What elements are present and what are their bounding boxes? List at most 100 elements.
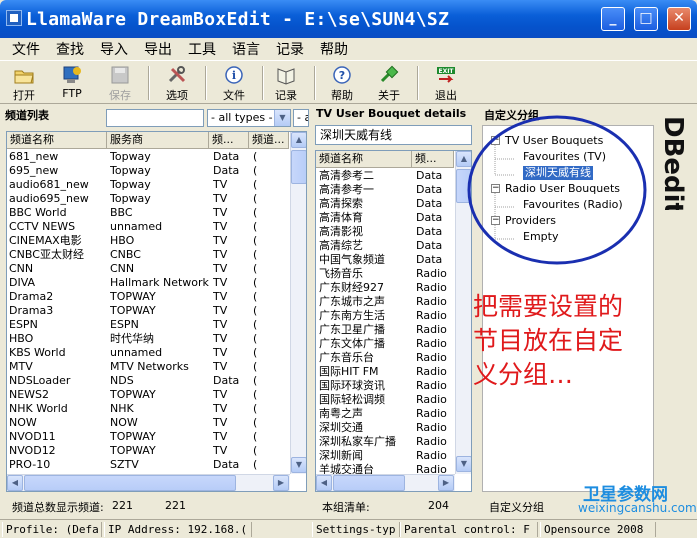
scroll-up-button[interactable]: ▲ xyxy=(291,132,306,148)
table-row[interactable]: 高清参考二 Data xyxy=(316,169,455,183)
table-row[interactable]: NDSLoader NDS Data ( xyxy=(7,374,290,388)
table-row[interactable]: NVOD12 TOPWAY TV ( xyxy=(7,444,290,458)
scroll-down-button[interactable]: ▼ xyxy=(291,457,306,473)
table-row[interactable]: 深圳交通 Radio xyxy=(316,421,455,435)
svg-text:EXIT: EXIT xyxy=(438,68,454,75)
table-row[interactable]: 广东南方生活 Radio xyxy=(316,309,455,323)
table-row[interactable]: NVOD11 TOPWAY TV ( xyxy=(7,430,290,444)
table-row[interactable]: CCTV NEWS unnamed TV ( xyxy=(7,220,290,234)
table-row[interactable]: 广东财经927 Radio xyxy=(316,281,455,295)
ftp-button[interactable]: FTP xyxy=(52,63,92,103)
record-button[interactable]: 记录 xyxy=(266,63,306,103)
column-header-channel-name[interactable]: 频道名称 xyxy=(316,151,412,168)
scroll-left-button[interactable]: ◀ xyxy=(7,475,23,491)
table-row[interactable]: 高清参考一 Data xyxy=(316,183,455,197)
menu-file[interactable]: 文件 xyxy=(4,39,48,59)
channel-total-count: 221 xyxy=(112,499,133,512)
table-row[interactable]: 中国气象频道 Data xyxy=(316,253,455,267)
table-row[interactable]: DIVA Hallmark Network TV ( xyxy=(7,276,290,290)
table-row[interactable]: Drama3 TOPWAY TV ( xyxy=(7,304,290,318)
scroll-right-button[interactable]: ▶ xyxy=(273,475,289,491)
bouquet-channel-list[interactable]: 频道名称 频... 高清参考二 Data 高清参考一 Data 高清探索 Data 高清体育… xyxy=(315,150,472,492)
file-button[interactable]: i 文件 xyxy=(214,63,254,103)
column-header-channel-number[interactable]: 频道... xyxy=(249,132,289,149)
table-row[interactable]: 广东音乐台 Radio xyxy=(316,351,455,365)
table-row[interactable]: 广东文体广播 Radio xyxy=(316,337,455,351)
table-row[interactable]: PRO-10 SZTV Data ( xyxy=(7,458,290,472)
channel-list-hscroll[interactable]: ◀ ▶ xyxy=(7,474,290,491)
table-row[interactable]: NEWS2 TOPWAY TV ( xyxy=(7,388,290,402)
type-cell: Radio xyxy=(416,351,447,364)
channel-list[interactable]: 频道名称 服务商 频... 频道... 681_new Topway Data (69… xyxy=(6,131,307,492)
close-button[interactable]: ✕ xyxy=(667,7,691,31)
save-button[interactable]: 保存 xyxy=(100,63,140,103)
table-row[interactable]: Drama2 TOPWAY TV ( xyxy=(7,290,290,304)
table-row[interactable]: 国际环球资讯 Radio xyxy=(316,379,455,393)
scroll-thumb[interactable] xyxy=(24,475,236,491)
help-button[interactable]: ? 帮助 xyxy=(322,63,362,103)
scroll-thumb[interactable] xyxy=(291,150,306,184)
scroll-right-button[interactable]: ▶ xyxy=(438,475,454,491)
table-row[interactable]: BBC World BBC TV ( xyxy=(7,206,290,220)
provider-cell: CNBC xyxy=(110,248,141,261)
menu-help[interactable]: 帮助 xyxy=(312,39,356,59)
table-row[interactable]: audio681_new Topway TV ( xyxy=(7,178,290,192)
column-header-type[interactable]: 频... xyxy=(209,132,249,149)
table-row[interactable]: CNN CNN TV ( xyxy=(7,262,290,276)
table-row[interactable]: 广东卫星广播 Radio xyxy=(316,323,455,337)
minimize-button[interactable]: _ xyxy=(601,7,625,31)
type-cell: TV xyxy=(213,192,228,205)
menu-tools[interactable]: 工具 xyxy=(180,39,224,59)
table-row[interactable]: audio695_new Topway TV ( xyxy=(7,192,290,206)
table-row[interactable]: 南粤之声 Radio xyxy=(316,407,455,421)
exit-button[interactable]: EXIT 退出 xyxy=(426,63,466,103)
channel-name-cell: MTV xyxy=(9,360,33,373)
channel-search-input[interactable] xyxy=(106,109,204,127)
table-row[interactable]: 高清影视 Data xyxy=(316,225,455,239)
table-row[interactable]: 广东城市之声 Radio xyxy=(316,295,455,309)
scroll-thumb[interactable] xyxy=(333,475,405,491)
exit-icon: EXIT xyxy=(435,65,457,85)
table-row[interactable]: 高清综艺 Data xyxy=(316,239,455,253)
maximize-button[interactable]: □ xyxy=(634,7,658,31)
table-row[interactable]: 高清体育 Data xyxy=(316,211,455,225)
menu-find[interactable]: 查找 xyxy=(48,39,92,59)
scroll-down-button[interactable]: ▼ xyxy=(456,456,471,472)
column-header-provider[interactable]: 服务商 xyxy=(107,132,209,149)
table-row[interactable]: KBS World unnamed TV ( xyxy=(7,346,290,360)
channel-list-vscroll[interactable]: ▲ ▼ xyxy=(290,132,306,474)
table-row[interactable]: NOW NOW TV ( xyxy=(7,416,290,430)
table-row[interactable]: 深圳私家车广播 Radio xyxy=(316,435,455,449)
column-header-type[interactable]: 频... xyxy=(412,151,454,168)
table-row[interactable]: 深圳新闻 Radio xyxy=(316,449,455,463)
menu-export[interactable]: 导出 xyxy=(136,39,180,59)
menu-import[interactable]: 导入 xyxy=(92,39,136,59)
channel-number-cell: ( xyxy=(253,178,258,191)
bouquet-list-hscroll[interactable]: ◀ ▶ xyxy=(316,474,455,491)
bouquet-name-field[interactable]: 深圳天威有线 xyxy=(315,125,472,145)
table-row[interactable]: ESPN ESPN TV ( xyxy=(7,318,290,332)
table-row[interactable]: NHK World NHK TV ( xyxy=(7,402,290,416)
table-row[interactable]: 国际轻松调频 Radio xyxy=(316,393,455,407)
options-button[interactable]: 选项 xyxy=(157,63,197,103)
table-row[interactable]: 飞扬音乐 Radio xyxy=(316,267,455,281)
type-filter-select[interactable]: - all types - ▼ xyxy=(207,109,291,127)
table-row[interactable]: MTV MTV Networks TV ( xyxy=(7,360,290,374)
menu-record[interactable]: 记录 xyxy=(268,39,312,59)
column-header-channel-name[interactable]: 频道名称 xyxy=(7,132,107,149)
table-row[interactable]: 高清探索 Data xyxy=(316,197,455,211)
table-row[interactable]: 国际HIT FM Radio xyxy=(316,365,455,379)
scroll-left-button[interactable]: ◀ xyxy=(316,475,332,491)
table-row[interactable]: CNBC亚太财经 CNBC TV ( xyxy=(7,248,290,262)
provider-filter-select[interactable]: - a xyxy=(293,109,309,127)
open-button[interactable]: 打开 xyxy=(4,63,44,103)
table-row[interactable]: CINEMAX电影 HBO TV ( xyxy=(7,234,290,248)
provider-cell: BBC xyxy=(110,206,133,219)
table-row[interactable]: 695_new Topway Data ( xyxy=(7,164,290,178)
table-row[interactable]: 681_new Topway Data ( xyxy=(7,150,290,164)
table-row[interactable]: HBO 时代华纳 TV ( xyxy=(7,332,290,346)
about-button[interactable]: 关于 xyxy=(369,63,409,103)
channel-total-label: 频道总数显示频道: xyxy=(12,501,104,514)
menu-language[interactable]: 语言 xyxy=(224,39,268,59)
ftp-icon xyxy=(61,65,83,85)
